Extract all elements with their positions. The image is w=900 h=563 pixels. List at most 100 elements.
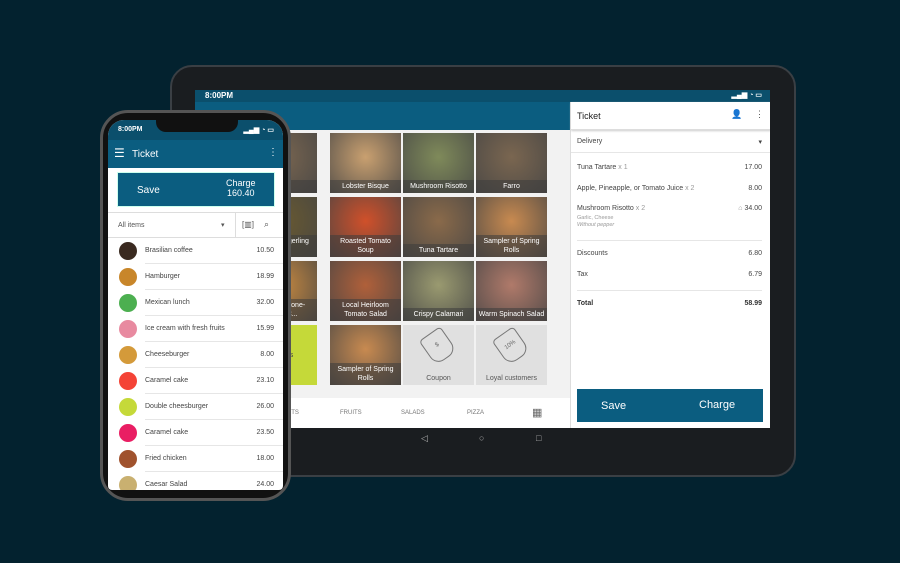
tax-row: Tax 6.79 (577, 271, 762, 278)
item-name: Caramel cake (145, 377, 189, 384)
list-item[interactable]: Caramel cake 23.10 (108, 368, 283, 394)
item-name: Cheeseburger (145, 351, 190, 358)
grid-tile[interactable]: Crispy Calamari (403, 261, 474, 321)
grid-view-icon[interactable]: ▦ (532, 406, 542, 419)
list-item[interactable]: Brasilian coffee 10.50 (108, 238, 283, 264)
grid-tile[interactable]: Sampler of Spring Rolls (330, 325, 401, 385)
tile-label: Tuna Tartare (403, 244, 474, 257)
grid-tile[interactable]: Lobster Bisque (330, 133, 401, 193)
list-item[interactable]: Double cheesburger 26.00 (108, 394, 283, 420)
save-button[interactable]: Save (137, 185, 160, 196)
item-thumbnail (119, 268, 137, 286)
status-time: 8:00PM (118, 126, 143, 133)
item-price: 17.00 (744, 164, 762, 171)
tile-label: Loyal customers (486, 375, 537, 382)
chevron-down-icon: ▾ (221, 222, 225, 229)
more-options-icon[interactable]: ⋮ (755, 109, 764, 120)
search-icon[interactable]: ⌕ (264, 219, 269, 230)
item-name: Mexican lunch (145, 299, 190, 306)
grid-tile[interactable]: Local Heirloom Tomato Salad (330, 261, 401, 321)
list-item[interactable]: Mexican lunch 32.00 (108, 290, 283, 316)
item-comment: Without pepper (577, 222, 615, 228)
barcode-scan-icon[interactable]: [▥] (242, 220, 254, 229)
item-thumbnail (119, 476, 137, 490)
recents-icon[interactable]: □ (536, 433, 541, 443)
grid-tile[interactable]: Warm Spinach Salad (476, 261, 547, 321)
grid-tile[interactable]: Farro (476, 133, 547, 193)
item-name: Tuna Tartare (577, 164, 617, 171)
tablet-status-bar: 8:00PM ▂▄▆ ◔ ▭ (195, 90, 770, 102)
more-options-icon[interactable]: ⋮ (268, 147, 278, 158)
list-item[interactable]: Cheeseburger 8.00 (108, 342, 283, 368)
ticket-line[interactable]: Apple, Pineapple, or Tomato Juice x 2 8.0… (577, 185, 762, 192)
tile-label: Mushroom Risotto (403, 180, 474, 193)
tile-label: Sampler of Spring Rolls (476, 235, 547, 257)
save-button[interactable]: Save (601, 400, 626, 412)
grid-tile[interactable]: Tuna Tartare (403, 197, 474, 257)
grid-tile[interactable]: $ Coupon (403, 325, 474, 385)
charge-label: Charge (226, 178, 256, 188)
phone-header: ☰ Ticket ⋮ (108, 140, 283, 168)
item-name: Fried chicken (145, 455, 187, 462)
item-price: 10.50 (256, 247, 274, 254)
total-value: 58.99 (744, 300, 762, 307)
item-thumbnail (119, 242, 137, 260)
status-time: 8:00PM (205, 91, 234, 100)
item-price: 8.00 (748, 185, 762, 192)
grid-tile[interactable]: Roasted Tomato Soup (330, 197, 401, 257)
tile-label: Sampler of Spring Rolls (330, 363, 401, 385)
item-price: 26.00 (256, 403, 274, 410)
item-thumbnail (119, 320, 137, 338)
list-item[interactable]: Hamburger 18.99 (108, 264, 283, 290)
item-thumbnail (119, 398, 137, 416)
divider (571, 152, 770, 153)
list-item[interactable]: Ice cream with fresh fruits 15.99 (108, 316, 283, 342)
phone-screen: 8:00PM ▂▄▆ ◔ ▭ ☰ Ticket ⋮ Save Charge 160.… (108, 120, 283, 490)
item-price: 15.99 (256, 325, 274, 332)
category-select[interactable]: All items (118, 222, 144, 229)
add-customer-icon[interactable]: 👤 (731, 109, 742, 120)
item-name: Brasilian coffee (145, 247, 193, 254)
tile-label: Coupon (426, 375, 451, 382)
discounts-label: Discounts (577, 250, 608, 257)
item-price: 32.00 (256, 299, 274, 306)
ticket-title: Ticket (132, 149, 159, 160)
item-price: 34.00 (744, 205, 762, 212)
home-icon[interactable]: ○ (479, 433, 484, 443)
price-tag-icon: 10% (491, 326, 531, 366)
grid-tile[interactable]: 10% Loyal customers (476, 325, 547, 385)
charge-button[interactable]: Charge 160.40 (226, 178, 256, 198)
list-item[interactable]: Fried chicken 18.00 (108, 446, 283, 472)
charge-amount: 160.40 (227, 188, 255, 198)
back-icon[interactable]: ◁ (421, 433, 428, 444)
grid-tile[interactable]: Mushroom Risotto (403, 133, 474, 193)
list-item[interactable]: Caramel cake 23.50 (108, 420, 283, 446)
ticket-line[interactable]: Mushroom Risotto x 2 ⌂ 34.00 Garlic, Chee… (577, 205, 762, 228)
ticket-line[interactable]: Tuna Tartare x 1 17.00 (577, 164, 762, 171)
tab-salads[interactable]: SALADS (401, 410, 425, 416)
item-modifiers: Garlic, Cheese (577, 215, 614, 221)
item-price: 23.10 (256, 377, 274, 384)
tile-label: Warm Spinach Salad (476, 308, 547, 321)
discounts-row: Discounts 6.80 (577, 250, 762, 257)
menu-icon[interactable]: ☰ (114, 146, 125, 160)
item-name: Ice cream with fresh fruits (145, 325, 225, 332)
item-thumbnail (119, 450, 137, 468)
save-charge-bar: Save Charge (577, 389, 763, 422)
dining-option-select[interactable]: Delivery ▾ (577, 138, 762, 146)
item-grid: FarroLobster BisqueMushroom RisottoFarro… (242, 133, 570, 388)
list-item[interactable]: Caesar Salad 24.00 (108, 472, 283, 490)
tab-pizza[interactable]: PIZZA (467, 410, 484, 416)
charge-button[interactable]: Charge (699, 399, 735, 411)
item-name: Apple, Pineapple, or Tomato Juice (577, 185, 684, 192)
item-qty: x 1 (618, 164, 628, 171)
item-qty: x 2 (685, 185, 695, 192)
divider (577, 240, 762, 241)
phone-notch (156, 120, 238, 132)
tab-fruits[interactable]: FRUITS (340, 410, 362, 416)
save-charge-bar: Save Charge 160.40 (117, 172, 275, 207)
grid-tile[interactable]: Sampler of Spring Rolls (476, 197, 547, 257)
item-price: 8.00 (260, 351, 274, 358)
item-price: 18.00 (256, 455, 274, 462)
ticket-title: Ticket (577, 111, 601, 121)
